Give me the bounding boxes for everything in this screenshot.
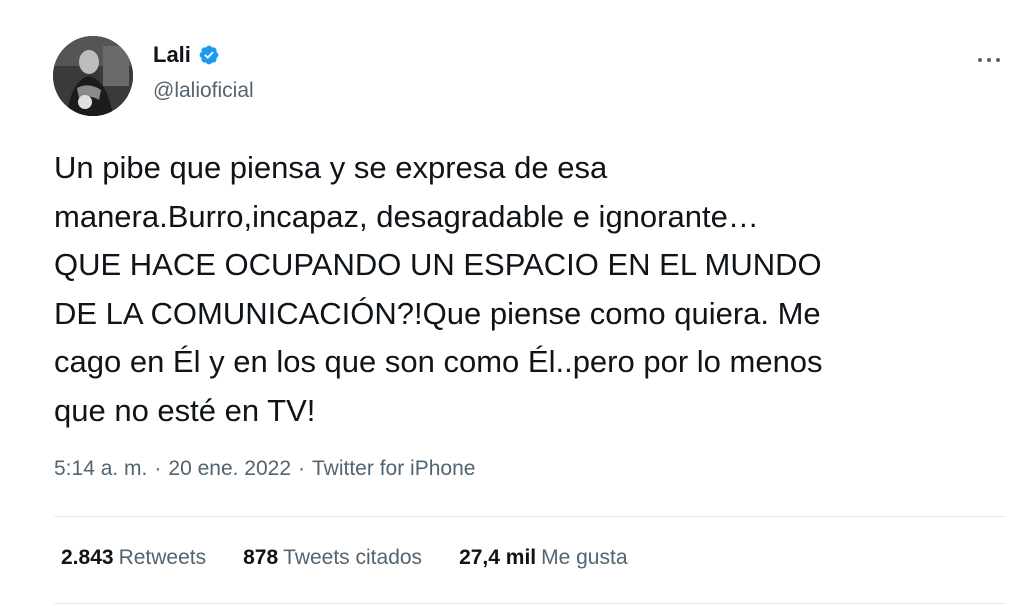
tweet-stats: 2.843 Retweets 878 Tweets citados 27,4 m…	[61, 544, 665, 572]
tweet-meta: 5:14 a. m. · 20 ene. 2022 · Twitter for iPho…	[54, 455, 475, 483]
likes-label: Me gusta	[541, 546, 628, 569]
retweets-label: Retweets	[118, 546, 207, 569]
more-options-icon	[978, 58, 982, 62]
author-handle[interactable]: @lalioficial	[153, 78, 254, 104]
author-name-row: Lali	[153, 42, 220, 68]
verified-badge-icon	[198, 44, 220, 66]
avatar[interactable]	[53, 36, 133, 116]
author-display-name[interactable]: Lali	[153, 42, 191, 68]
quote-tweets-count: 878	[243, 546, 279, 569]
tweet-time[interactable]: 5:14 a. m.	[54, 457, 147, 480]
tweet-source[interactable]: Twitter for iPhone	[312, 457, 475, 480]
divider	[54, 603, 1006, 604]
more-options-button[interactable]	[972, 48, 1006, 72]
tweet-text: Un pibe que piensa y se expresa de esa m…	[54, 150, 823, 428]
retweets-count: 2.843	[61, 546, 114, 569]
retweets-stat[interactable]: 2.843 Retweets	[61, 544, 206, 572]
divider	[54, 516, 1006, 517]
tweet-date[interactable]: 20 ene. 2022	[168, 457, 291, 480]
tweet-card: Lali @lalioficial Un pibe que piensa y s…	[0, 0, 1024, 606]
meta-separator: ·	[298, 457, 306, 480]
quote-tweets-label: Tweets citados	[283, 546, 423, 569]
quote-tweets-stat[interactable]: 878 Tweets citados	[243, 544, 422, 572]
meta-separator: ·	[154, 457, 162, 480]
more-options-dot	[996, 58, 1000, 62]
likes-stat[interactable]: 27,4 mil Me gusta	[459, 544, 627, 572]
more-options-dot	[987, 58, 991, 62]
likes-count: 27,4 mil	[459, 546, 537, 569]
